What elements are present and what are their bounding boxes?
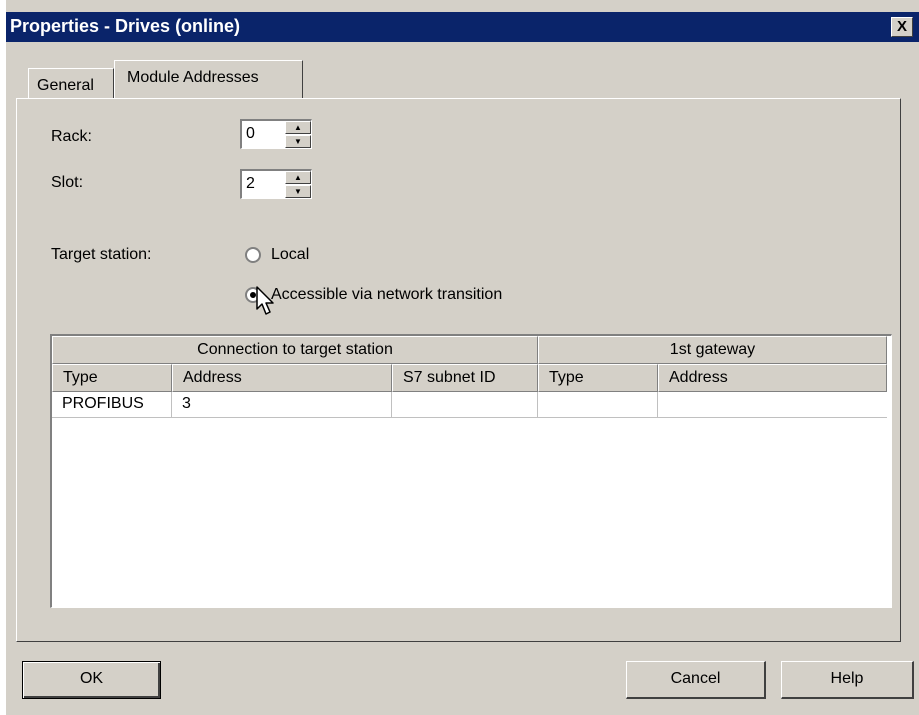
close-icon: X bbox=[896, 18, 907, 35]
close-button[interactable]: X bbox=[891, 17, 913, 37]
table-cell-s7-subnet-id[interactable] bbox=[392, 392, 538, 418]
table-cell-gateway-address[interactable] bbox=[658, 392, 887, 418]
group-header-connection: Connection to target station bbox=[52, 336, 538, 364]
cancel-button[interactable]: Cancel bbox=[626, 661, 766, 699]
group-header-gateway: 1st gateway bbox=[538, 336, 887, 364]
table-cell-gateway-type[interactable] bbox=[538, 392, 658, 418]
rack-down-arrow-icon[interactable]: ▼ bbox=[285, 135, 311, 148]
slot-value[interactable]: 2 bbox=[246, 175, 255, 193]
ok-button[interactable]: OK bbox=[22, 661, 161, 699]
column-header-address[interactable]: Address bbox=[172, 364, 392, 392]
column-header-gateway-address[interactable]: Address bbox=[658, 364, 887, 392]
mouse-cursor-icon bbox=[256, 286, 274, 315]
slot-down-arrow-icon[interactable]: ▼ bbox=[285, 185, 311, 198]
tab-general-label: General bbox=[37, 77, 94, 94]
slot-label: Slot: bbox=[51, 174, 84, 191]
slot-up-arrow-icon[interactable]: ▲ bbox=[285, 171, 311, 184]
column-header-gateway-type[interactable]: Type bbox=[538, 364, 658, 392]
rack-spinbox[interactable]: 0 ▲ ▼ bbox=[240, 119, 312, 149]
column-header-s7-subnet-id[interactable]: S7 subnet ID bbox=[392, 364, 538, 392]
window-title: Properties - Drives (online) bbox=[10, 16, 241, 36]
tab-module-addresses[interactable]: Module Addresses bbox=[114, 60, 303, 98]
radio-local[interactable] bbox=[245, 247, 261, 263]
column-header-type[interactable]: Type bbox=[52, 364, 172, 392]
connection-table[interactable]: Connection to target station 1st gateway… bbox=[50, 334, 892, 608]
target-station-label: Target station: bbox=[51, 246, 152, 263]
help-button[interactable]: Help bbox=[781, 661, 914, 699]
tab-module-addresses-label: Module Addresses bbox=[127, 69, 259, 86]
radio-network-transition-label[interactable]: Accessible via network transition bbox=[271, 286, 502, 304]
radio-local-label[interactable]: Local bbox=[271, 246, 309, 264]
tab-general[interactable]: General bbox=[28, 68, 114, 98]
properties-dialog: Properties - Drives (online) X General M… bbox=[6, 0, 919, 715]
rack-label: Rack: bbox=[51, 128, 92, 145]
table-cell-type[interactable]: PROFIBUS bbox=[52, 392, 172, 418]
slot-spinbox[interactable]: 2 ▲ ▼ bbox=[240, 169, 312, 199]
title-bar[interactable]: Properties - Drives (online) X bbox=[6, 12, 919, 42]
rack-up-arrow-icon[interactable]: ▲ bbox=[285, 121, 311, 134]
rack-value[interactable]: 0 bbox=[246, 125, 255, 143]
table-cell-address[interactable]: 3 bbox=[172, 392, 392, 418]
